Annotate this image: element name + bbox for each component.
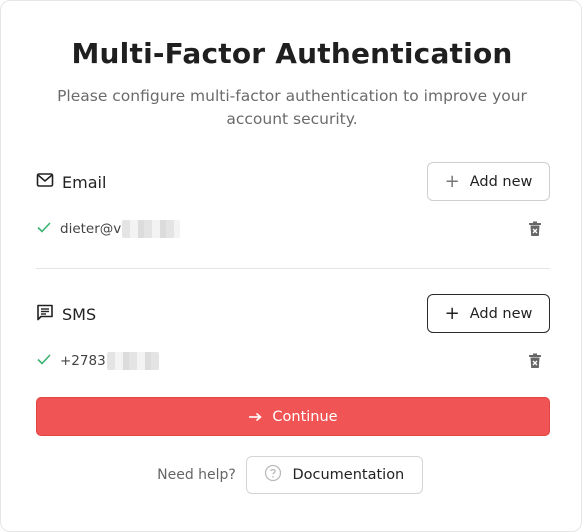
mfa-card: Multi-Factor Authentication Please confi…: [0, 0, 582, 532]
page-title: Multi-Factor Authentication: [71, 37, 513, 70]
add-sms-label: Add new: [469, 305, 533, 322]
add-email-button[interactable]: + Add new: [427, 162, 550, 201]
documentation-label: Documentation: [292, 467, 405, 483]
sms-section-label: SMS: [36, 304, 96, 325]
email-section-header: Email + Add new: [36, 162, 550, 202]
documentation-button[interactable]: Documentation: [245, 456, 423, 494]
add-email-label: Add new: [469, 173, 533, 190]
continue-button[interactable]: Continue: [36, 397, 550, 436]
mail-icon: [36, 172, 62, 192]
email-entry: dieter@v: [36, 217, 550, 241]
continue-label: Continue: [272, 408, 338, 425]
email-section-label: Email: [36, 172, 106, 192]
message-icon: [36, 304, 62, 325]
email-label: Email: [62, 172, 107, 192]
sms-label: SMS: [62, 304, 97, 324]
section-divider: [36, 268, 550, 269]
redacted-value: [122, 220, 181, 238]
add-sms-button[interactable]: + Add new: [427, 294, 550, 333]
page-subtitle: Please configure multi-factor authentica…: [57, 87, 527, 128]
plus-icon: +: [444, 302, 460, 324]
sms-entry: +2783: [36, 349, 550, 373]
check-icon: [36, 352, 52, 370]
sms-value: +2783: [60, 353, 106, 369]
help-text: Need help?: [157, 467, 236, 483]
sms-section-header: SMS + Add new: [36, 294, 550, 334]
help-row: Need help? Documentation: [1, 456, 582, 494]
check-icon: [36, 220, 52, 238]
trash-icon[interactable]: [528, 353, 542, 373]
trash-icon[interactable]: [528, 221, 542, 241]
help-circle-icon: [264, 464, 292, 486]
redacted-value: [106, 352, 159, 370]
arrow-right-icon: [248, 408, 263, 426]
email-value: dieter@v: [60, 221, 122, 237]
plus-icon: +: [444, 170, 460, 192]
